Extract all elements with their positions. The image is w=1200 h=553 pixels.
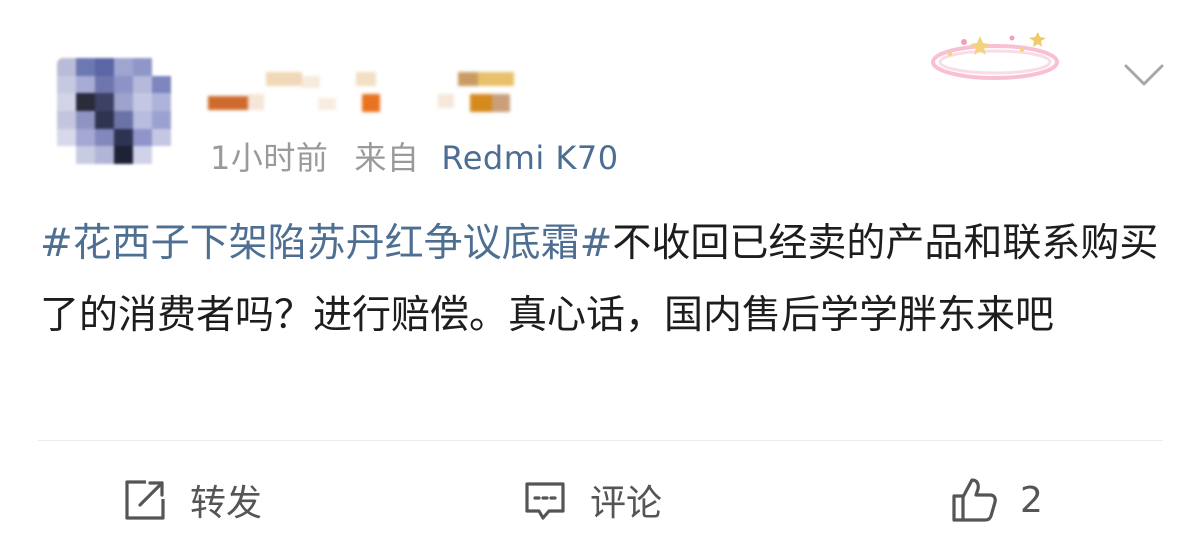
sparkle-halo-icon — [931, 32, 1059, 80]
comment-label: 评论 — [590, 483, 663, 524]
source-device-link[interactable]: Redmi K70 — [441, 139, 618, 177]
source-prefix: 来自 — [354, 139, 420, 177]
repost-label: 转发 — [190, 483, 263, 524]
hashtag-link[interactable]: #花西子下架陷苏丹红争议底霜# — [40, 221, 612, 266]
repost-button[interactable]: 转发 — [122, 470, 262, 530]
comment-icon — [525, 482, 565, 520]
like-count: 2 — [1020, 479, 1043, 521]
divider — [38, 440, 1163, 441]
post-content: #花西子下架陷苏丹红争议底霜#不收回已经卖的产品和联系购买了的消费者吗？进行赔偿… — [40, 208, 1165, 352]
chevron-down-icon — [1124, 64, 1164, 86]
avatar[interactable] — [57, 58, 171, 164]
username[interactable] — [208, 72, 518, 116]
like-button[interactable]: 2 — [950, 470, 1043, 530]
post-menu-button[interactable] — [1118, 52, 1170, 96]
repost-icon — [125, 480, 165, 520]
comment-button[interactable]: 评论 — [522, 470, 662, 530]
thumbs-up-icon — [952, 478, 997, 522]
post-time: 1小时前 — [210, 139, 329, 177]
post-meta: 1小时前 来自 Redmi K70 — [210, 133, 619, 179]
